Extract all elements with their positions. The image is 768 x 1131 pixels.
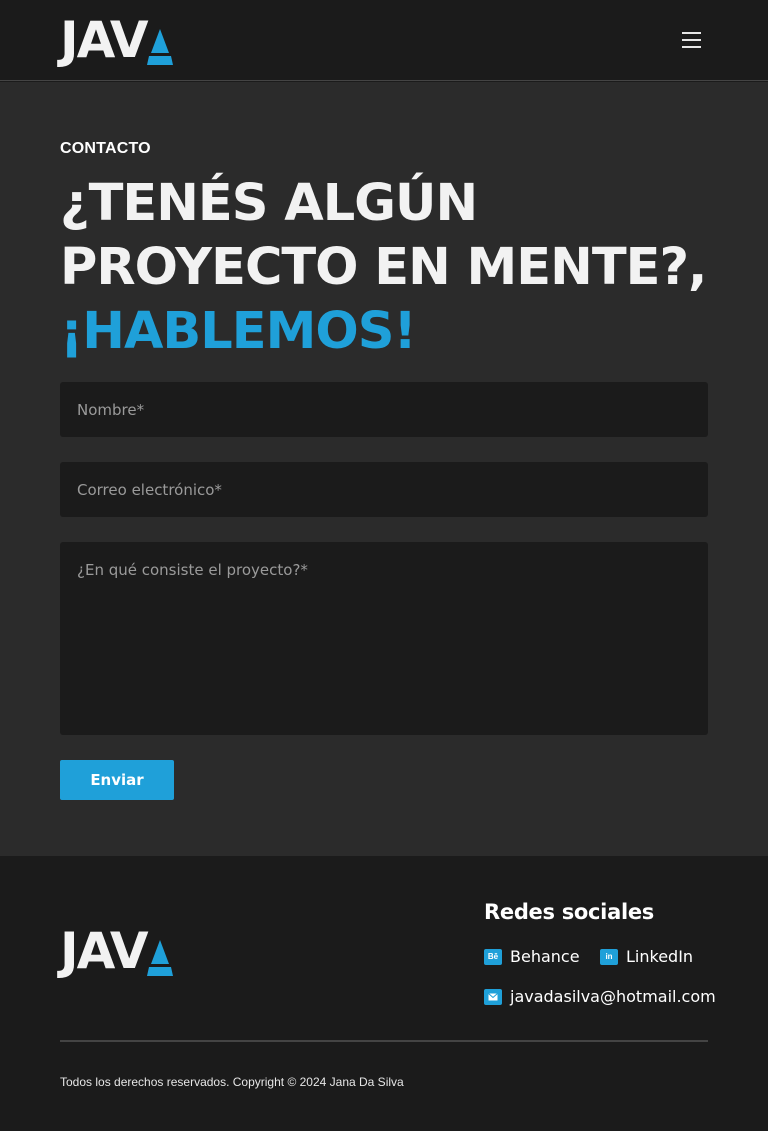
name-field[interactable]	[60, 382, 708, 437]
mail-icon	[484, 988, 502, 1005]
logo[interactable]: JAV	[60, 15, 173, 65]
hamburger-line	[682, 32, 701, 34]
linkedin-label: LinkedIn	[626, 947, 694, 966]
linkedin-link[interactable]: in LinkedIn	[600, 947, 693, 966]
site-header: JAV	[0, 0, 768, 81]
logo-triangle-icon	[146, 940, 173, 976]
footer-divider	[60, 1040, 708, 1042]
copyright-text: Todos los derechos reservados. Copyright…	[60, 1075, 404, 1089]
site-footer: JAV Redes sociales Bē Behance in LinkedI…	[0, 856, 768, 1131]
logo-text: JAV	[60, 11, 149, 69]
behance-icon: Bē	[484, 948, 502, 965]
submit-button[interactable]: Enviar	[60, 760, 174, 800]
behance-label: Behance	[510, 947, 580, 966]
logo-text: JAV	[60, 922, 149, 980]
email-field[interactable]	[60, 462, 708, 517]
project-description-field[interactable]	[60, 542, 708, 735]
linkedin-icon: in	[600, 948, 618, 965]
headline-accent: ¡HABLEMOS!	[60, 302, 417, 361]
headline-line-1: ¿TENÉS ALGÚN	[60, 174, 478, 233]
footer-logo[interactable]: JAV	[60, 926, 173, 976]
logo-triangle-icon	[146, 29, 173, 65]
email-label: javadasilva@hotmail.com	[510, 987, 716, 1006]
social-title: Redes sociales	[484, 900, 654, 924]
contact-section: CONTACTO ¿TENÉS ALGÚN PROYECTO EN MENTE?…	[0, 82, 768, 856]
hamburger-line	[682, 46, 701, 48]
headline-line-2: PROYECTO EN MENTE?,	[60, 238, 707, 297]
hamburger-menu-icon[interactable]	[680, 32, 704, 52]
page-title: ¿TENÉS ALGÚN PROYECTO EN MENTE?, ¡HABLEM…	[60, 172, 720, 364]
hamburger-line	[682, 39, 701, 41]
behance-link[interactable]: Bē Behance	[484, 947, 580, 966]
section-eyebrow: CONTACTO	[60, 140, 151, 157]
email-link[interactable]: javadasilva@hotmail.com	[484, 987, 716, 1006]
